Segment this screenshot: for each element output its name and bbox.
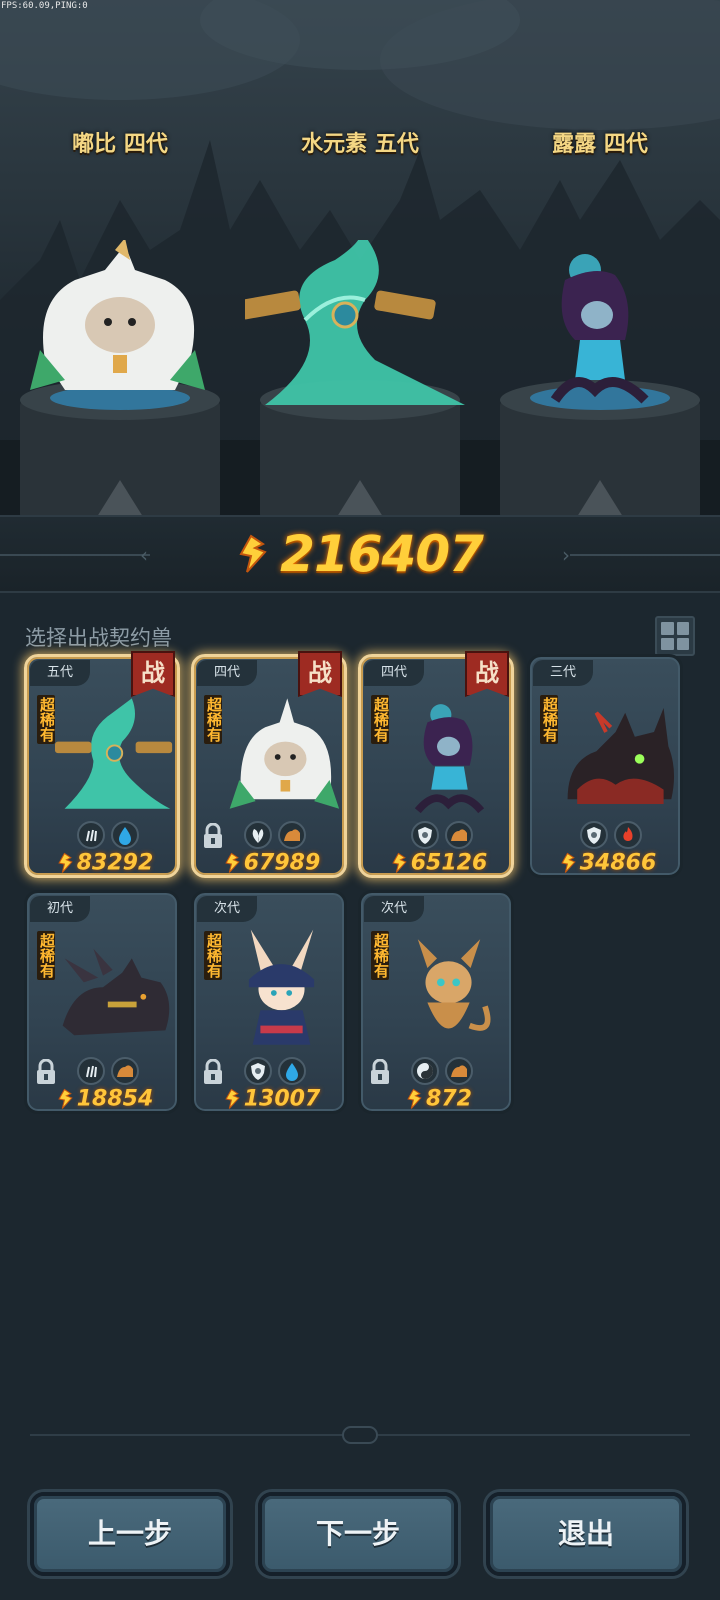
earth-icon (445, 1057, 473, 1085)
lock-icon (202, 1058, 224, 1085)
creature-card[interactable]: 初代超稀有 18854 (24, 890, 180, 1114)
water-drop-icon (111, 821, 139, 849)
generation-label: 次代 (197, 896, 257, 922)
creature-power: 34866 (530, 850, 686, 876)
fps-readout: FPS:60.09,PING:0 (1, 1, 88, 11)
rarity-label: 超稀有 (540, 695, 559, 744)
creature-card[interactable]: 四代战超稀有 65126 (358, 651, 517, 878)
creature-portrait (417, 939, 491, 1031)
creature-portrait (55, 698, 173, 809)
fire-icon (614, 821, 642, 849)
grid-view-icon[interactable] (655, 616, 695, 656)
rarity-label: 超稀有 (371, 695, 390, 744)
prev-step-button[interactable]: 上一步 (30, 1492, 230, 1576)
total-power-value: 216407 (280, 525, 484, 583)
trait-icons (194, 821, 350, 851)
yinyang-icon (411, 1057, 439, 1085)
lock-icon (202, 822, 224, 849)
creature-card[interactable]: 次代超稀有 872 (358, 890, 514, 1114)
team-stage: 嘟比 四代 水元素 五代 露露 四代 (0, 0, 720, 520)
shield-icon (244, 1057, 272, 1085)
generation-label: 五代 (30, 660, 90, 686)
earth-icon (445, 821, 473, 849)
team-member-3-name: 露露 四代 (552, 132, 648, 157)
creature-power-value: 34866 (579, 850, 657, 876)
earth-icon (111, 1057, 139, 1085)
creature-power: 83292 (27, 850, 183, 876)
creature-power: 65126 (361, 850, 517, 876)
creature-power-value: 83292 (76, 850, 154, 876)
creature-portrait (248, 929, 315, 1045)
creature-power-value: 18854 (76, 1086, 154, 1112)
rarity-label: 超稀有 (37, 695, 56, 744)
creature-portrait (567, 708, 675, 804)
shield-icon (411, 821, 439, 849)
divider-ornament-icon (342, 1426, 378, 1444)
trait-icons (194, 1057, 350, 1087)
creature-power-value: 67989 (243, 850, 321, 876)
creature-power-value: 872 (426, 1086, 472, 1112)
section-title: 选择出战契约兽 (25, 626, 172, 650)
trait-icons (27, 821, 183, 851)
generation-label: 初代 (30, 896, 90, 922)
creature-card[interactable]: 五代战超稀有 83292 (24, 651, 183, 878)
creature-portrait (62, 948, 170, 1036)
creature-power: 872 (361, 1086, 517, 1112)
creature-card[interactable]: 次代超稀有 13007 (191, 890, 347, 1114)
generation-label: 三代 (533, 660, 593, 686)
leaf-icon (244, 821, 272, 849)
power-icon (239, 534, 267, 573)
generation-label: 次代 (364, 896, 424, 922)
trait-icons (530, 821, 686, 851)
trait-icons (361, 821, 517, 851)
earth-icon (278, 821, 306, 849)
rarity-label: 超稀有 (37, 931, 56, 980)
creature-card[interactable]: 四代战超稀有 67989 (191, 651, 350, 878)
shield-icon (580, 821, 608, 849)
creature-card[interactable]: 三代超稀有 34866 (527, 654, 683, 878)
exit-button[interactable]: 退出 (486, 1492, 686, 1576)
team-member-1-name: 嘟比 四代 (72, 132, 168, 157)
creature-portrait (414, 704, 485, 814)
generation-label: 四代 (364, 660, 424, 686)
team-slot-1[interactable] (5, 240, 235, 520)
creature-power: 13007 (194, 1086, 350, 1112)
trait-icons (27, 1057, 183, 1087)
creature-portrait (229, 698, 340, 809)
claw-icon (77, 821, 105, 849)
claw-icon (77, 1057, 105, 1085)
trait-icons (361, 1057, 517, 1087)
water-drop-icon (278, 1057, 306, 1085)
generation-label: 四代 (197, 660, 257, 686)
team-slot-3[interactable] (485, 240, 715, 520)
creature-power-value: 13007 (243, 1086, 321, 1112)
lock-icon (369, 1058, 391, 1085)
creature-power: 18854 (27, 1086, 183, 1112)
creature-power-value: 65126 (410, 850, 488, 876)
rarity-label: 超稀有 (204, 695, 223, 744)
rarity-label: 超稀有 (204, 931, 223, 980)
rarity-label: 超稀有 (371, 931, 390, 980)
lock-icon (35, 1058, 57, 1085)
team-member-2-name: 水元素 五代 (301, 132, 419, 157)
next-step-button[interactable]: 下一步 (258, 1492, 458, 1576)
total-power-bar: ‹ › 216407 (0, 515, 720, 593)
creature-power: 67989 (194, 850, 350, 876)
team-slot-2[interactable] (245, 240, 475, 520)
